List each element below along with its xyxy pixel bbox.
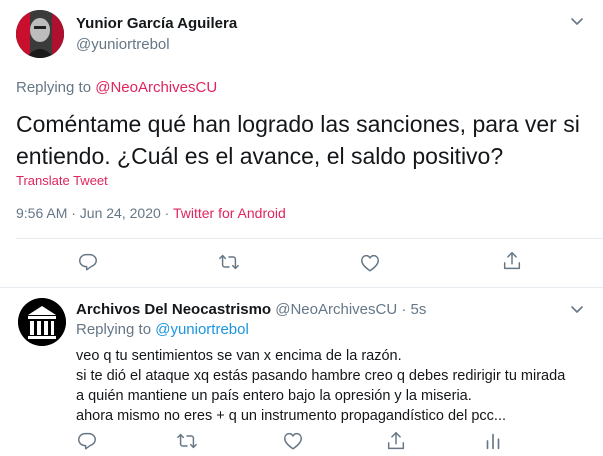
divider — [16, 238, 603, 239]
heart-icon[interactable] — [359, 252, 381, 274]
reply-text-line: si te dió el ataque xq estás pasando ham… — [76, 368, 566, 384]
analytics-icon[interactable] — [482, 430, 504, 452]
replying-to-link[interactable]: @yuniortrebol — [155, 321, 249, 338]
tweet-timestamp[interactable]: 9:56 AM · Jun 24, 2020 — [16, 205, 161, 221]
reply-author-handle[interactable]: @NeoArchivesCU — [275, 301, 397, 318]
tweet-text: Coméntame qué han logrado las sanciones,… — [16, 111, 580, 169]
reply-author-name[interactable]: Archivos Del Neocastrismo — [76, 301, 271, 318]
author-name[interactable]: Yunior García Aguilera — [76, 15, 237, 32]
retweet-icon[interactable] — [218, 251, 240, 273]
tweet-meta: 9:56 AM · Jun 24, 2020 · Twitter for And… — [16, 205, 286, 221]
reply-text-line: veo q tu sentimientos se van x encima de… — [76, 348, 402, 364]
reply-author-avatar[interactable] — [18, 298, 66, 346]
reply-icon[interactable] — [76, 430, 98, 452]
author-handle[interactable]: @yuniortrebol — [76, 36, 170, 53]
tweet-source[interactable]: Twitter for Android — [173, 205, 286, 221]
reply-text: veo q tu sentimientos se van x encima de… — [76, 346, 596, 426]
translate-tweet-link[interactable]: Translate Tweet — [16, 173, 108, 188]
author-avatar-image — [16, 10, 64, 58]
share-icon[interactable] — [385, 430, 407, 452]
share-icon[interactable] — [501, 250, 523, 272]
retweet-icon[interactable] — [176, 430, 198, 452]
replying-to-prefix: Replying to — [16, 79, 96, 96]
reply-author-line: Archivos Del Neocastrismo @NeoArchivesCU… — [76, 301, 426, 318]
replying-to-line: Replying to @NeoArchivesCU — [16, 79, 217, 96]
divider — [0, 287, 603, 288]
replying-to-link[interactable]: @NeoArchivesCU — [95, 79, 217, 96]
reply-text-line: a quién mantiene un país entero bajo la … — [76, 388, 472, 404]
chevron-down-icon[interactable] — [568, 300, 586, 318]
author-avatar[interactable] — [16, 10, 64, 58]
meta-separator: · — [160, 205, 173, 221]
columns-logo-icon — [18, 298, 66, 346]
reply-replying-to-line: Replying to @yuniortrebol — [76, 321, 249, 338]
heart-icon[interactable] — [282, 430, 304, 452]
reply-icon[interactable] — [77, 251, 99, 273]
reply-text-line: ahora mismo no eres + q un instrumento p… — [76, 408, 507, 424]
reply-age[interactable]: · 5s — [397, 301, 426, 318]
replying-to-prefix: Replying to — [76, 321, 156, 338]
chevron-down-icon[interactable] — [568, 12, 586, 30]
